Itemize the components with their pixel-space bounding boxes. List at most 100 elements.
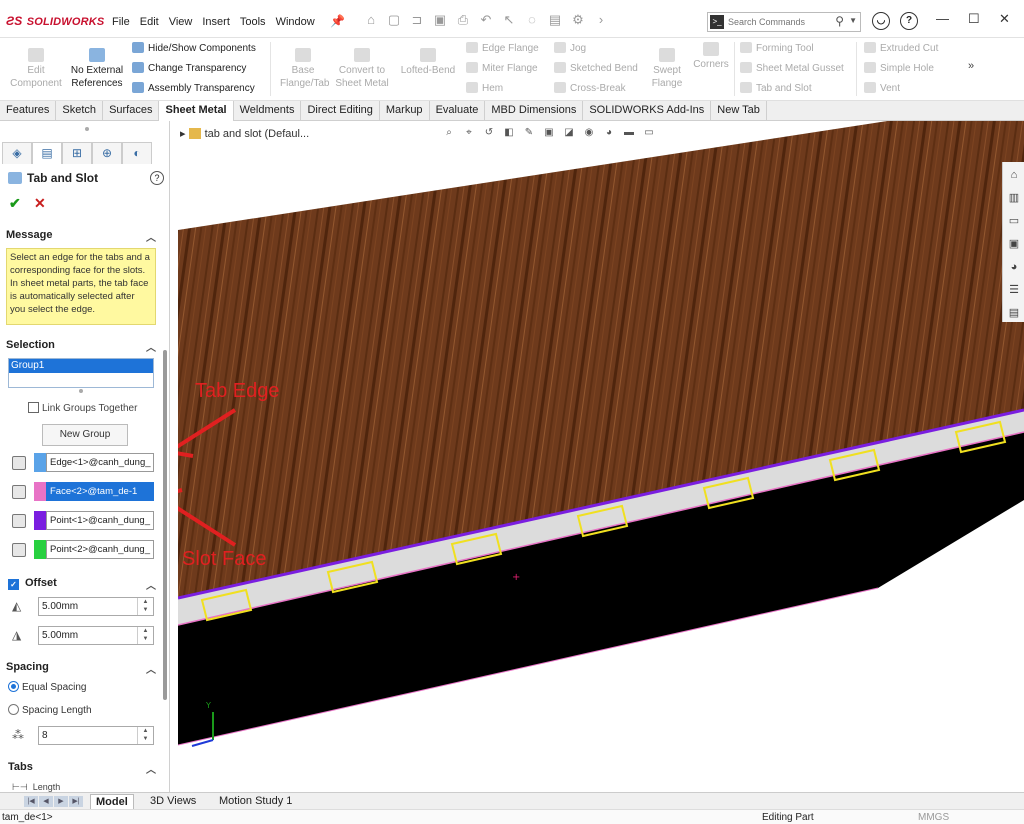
- group-list[interactable]: Group1: [8, 358, 154, 388]
- menu-tools[interactable]: Tools: [240, 16, 266, 28]
- change-transparency-button[interactable]: Change Transparency: [132, 62, 246, 74]
- message-section-header[interactable]: Message ︿: [6, 229, 156, 244]
- maximize-icon[interactable]: ☐: [968, 11, 980, 27]
- tab-solidworks-add-ins[interactable]: SOLIDWORKS Add-Ins: [583, 101, 712, 121]
- spin-buttons[interactable]: ▲ ▼: [137, 727, 153, 744]
- group-item[interactable]: Group1: [9, 359, 153, 373]
- sheet-metal-gusset-button[interactable]: Sheet Metal Gusset: [740, 62, 844, 74]
- apply-scene-icon[interactable]: ▬: [621, 126, 637, 140]
- help-icon[interactable]: ?: [150, 171, 164, 185]
- zoom-to-fit-icon[interactable]: ⌕: [441, 126, 457, 140]
- search-icon[interactable]: ⚲: [835, 14, 844, 28]
- prev-tab-icon[interactable]: ◀: [39, 796, 53, 807]
- edit-component-button[interactable]: Edit Component: [6, 48, 66, 90]
- section-view-icon[interactable]: ◧: [501, 126, 517, 140]
- home-icon[interactable]: ⌂: [1006, 167, 1022, 183]
- tab-mbd-dimensions[interactable]: MBD Dimensions: [485, 101, 584, 121]
- home-icon[interactable]: ⌂: [362, 12, 380, 28]
- file-explorer-icon[interactable]: ▭: [1006, 213, 1022, 229]
- offset-checkbox[interactable]: ✓: [8, 579, 19, 590]
- cross-break-button[interactable]: Cross-Break: [554, 82, 626, 94]
- spin-buttons[interactable]: ▲ ▼: [137, 627, 153, 644]
- end-point-row[interactable]: Point<2>@canh_dung_: [12, 540, 157, 560]
- options-icon[interactable]: ⚙: [569, 12, 587, 28]
- tab-motion-study-1[interactable]: Motion Study 1: [214, 794, 297, 809]
- graphics-area[interactable]: + Y ▸ tab and slot (Defaul... ⌕ ⌖ ↺ ◧ ✎ …: [178, 121, 1024, 792]
- end-point-field[interactable]: Point<2>@canh_dung_: [46, 540, 154, 559]
- edit-appearance-icon[interactable]: ◕: [601, 126, 617, 140]
- start-point-row[interactable]: Point<1>@canh_dung_: [12, 511, 157, 531]
- edge-selection-field[interactable]: Edge<1>@canh_dung_: [46, 453, 154, 472]
- search-input[interactable]: [728, 14, 836, 30]
- tab-and-slot-button[interactable]: Tab and Slot: [740, 82, 812, 94]
- spin-buttons[interactable]: ▲ ▼: [137, 598, 153, 615]
- new-document-icon[interactable]: ▢: [385, 12, 403, 28]
- miter-flange-button[interactable]: Miter Flange: [466, 62, 538, 74]
- list-splitter[interactable]: [79, 389, 83, 393]
- hide-show-items-icon[interactable]: ◉: [581, 126, 597, 140]
- design-library-icon[interactable]: ▥: [1006, 190, 1022, 206]
- simple-hole-button[interactable]: Simple Hole: [864, 62, 934, 74]
- pin-icon[interactable]: 📌: [330, 14, 345, 28]
- menu-edit[interactable]: Edit: [140, 16, 159, 28]
- spacing-section-header[interactable]: Spacing ︿: [6, 661, 156, 676]
- checkbox[interactable]: [28, 402, 39, 413]
- chevron-up-icon[interactable]: ︿: [146, 761, 156, 776]
- feature-manager-tab-icon[interactable]: ◈: [2, 142, 32, 164]
- model-view[interactable]: + Y: [178, 121, 1024, 792]
- select-icon[interactable]: ↖: [500, 12, 518, 28]
- property-manager-tab-icon[interactable]: ▤: [32, 142, 62, 164]
- tab-3d-views[interactable]: 3D Views: [145, 794, 201, 809]
- lofted-bend-button[interactable]: Lofted-Bend: [396, 48, 460, 77]
- configuration-manager-tab-icon[interactable]: ⊞: [62, 142, 92, 164]
- menu-window[interactable]: Window: [276, 16, 315, 28]
- dynamic-annotation-icon[interactable]: ✎: [521, 126, 537, 140]
- extruded-cut-button[interactable]: Extruded Cut: [864, 42, 938, 54]
- tab-new-tab[interactable]: New Tab: [711, 101, 767, 121]
- radio-button[interactable]: [8, 704, 19, 715]
- chevron-up-icon[interactable]: ︿: [146, 229, 156, 244]
- save-icon[interactable]: ▣: [431, 12, 449, 28]
- dimxpert-tab-icon[interactable]: ⊕: [92, 142, 122, 164]
- tabs-section-header[interactable]: Tabs: [8, 761, 33, 773]
- chevron-up-icon[interactable]: ︿: [146, 661, 156, 676]
- zoom-area-icon[interactable]: ⌖: [461, 126, 477, 140]
- no-external-references-button[interactable]: No External References: [66, 48, 128, 90]
- first-tab-icon[interactable]: |◀: [24, 796, 38, 807]
- tab-markup[interactable]: Markup: [380, 101, 430, 121]
- edge-selection-row[interactable]: Edge<1>@canh_dung_: [12, 453, 157, 473]
- rebuild-icon[interactable]: ◌: [523, 12, 541, 28]
- open-icon[interactable]: ⊐: [408, 12, 426, 28]
- tab-surfaces[interactable]: Surfaces: [103, 101, 160, 121]
- corners-button[interactable]: Corners: [690, 42, 732, 71]
- chevron-up-icon[interactable]: ︿: [146, 339, 156, 354]
- vent-button[interactable]: Vent: [864, 82, 900, 94]
- hide-show-components-button[interactable]: Hide/Show Components: [132, 42, 256, 54]
- solidworks-logo[interactable]: ƧS SOLIDWORKS: [6, 14, 104, 28]
- tab-direct-editing[interactable]: Direct Editing: [301, 101, 380, 121]
- more-icon[interactable]: ›: [592, 12, 610, 28]
- tab-evaluate[interactable]: Evaluate: [430, 101, 486, 121]
- cancel-x-icon[interactable]: ✕: [34, 195, 46, 212]
- appearances-icon[interactable]: ◕: [1006, 259, 1022, 275]
- menu-insert[interactable]: Insert: [202, 16, 230, 28]
- convert-to-sheet-metal-button[interactable]: Convert to Sheet Metal: [332, 48, 392, 90]
- tab-sketch[interactable]: Sketch: [56, 101, 104, 121]
- sketched-bend-button[interactable]: Sketched Bend: [554, 62, 638, 74]
- panel-splitter[interactable]: [85, 127, 89, 131]
- undo-icon[interactable]: ↶: [477, 12, 495, 28]
- tab-model[interactable]: Model: [90, 794, 134, 809]
- base-flange-tab-button[interactable]: Base Flange/Tab: [280, 48, 329, 90]
- user-icon[interactable]: ◡: [872, 12, 890, 30]
- offset-section-header[interactable]: ✓ Offset: [8, 577, 57, 590]
- instances-input[interactable]: 8 ▲ ▼: [38, 726, 154, 745]
- print-icon[interactable]: ⎙: [454, 12, 472, 28]
- assembly-transparency-button[interactable]: Assembly Transparency: [132, 82, 255, 94]
- custom-properties-icon[interactable]: ☰: [1006, 282, 1022, 298]
- view-settings-icon[interactable]: ▭: [641, 126, 657, 140]
- view-palette-icon[interactable]: ▣: [1006, 236, 1022, 252]
- link-groups-checkbox[interactable]: Link Groups Together: [28, 402, 137, 414]
- chevron-up-icon[interactable]: ︿: [146, 577, 156, 592]
- tab-sheet-metal[interactable]: Sheet Metal: [159, 101, 234, 121]
- minimize-icon[interactable]: —: [936, 11, 949, 26]
